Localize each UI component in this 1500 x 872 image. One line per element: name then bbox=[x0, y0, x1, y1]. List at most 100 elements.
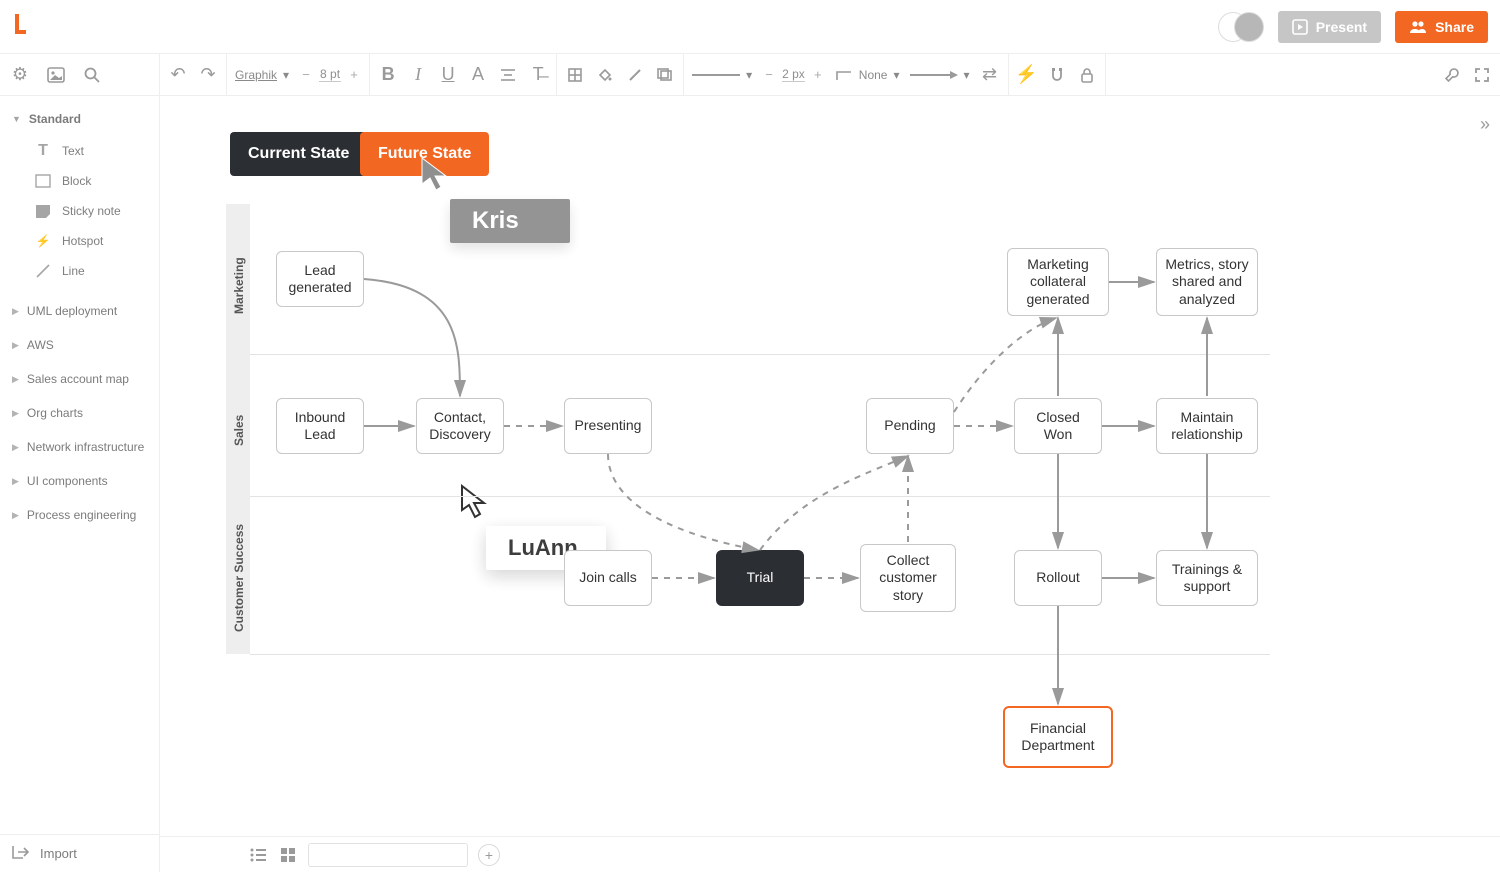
collaborator-name: Kris bbox=[472, 207, 519, 235]
node-pending[interactable]: Pending bbox=[866, 398, 954, 454]
sidebar-item-stickynote[interactable]: Sticky note bbox=[0, 196, 159, 226]
node-label: Closed Won bbox=[1021, 409, 1095, 444]
present-button[interactable]: Present bbox=[1278, 11, 1381, 43]
caret-right-icon: ▶ bbox=[12, 306, 19, 317]
node-trial[interactable]: Trial bbox=[716, 550, 804, 606]
sidebar-section-label: UML deployment bbox=[27, 304, 117, 318]
sidebar-item-label: Sticky note bbox=[62, 204, 121, 218]
sidebar-item-line[interactable]: Line bbox=[0, 256, 159, 286]
sidebar-section-sales[interactable]: ▶Sales account map bbox=[0, 362, 159, 396]
grid-view-icon[interactable] bbox=[278, 845, 298, 865]
node-label: Trial bbox=[747, 569, 774, 587]
chevron-down-icon: ▾ bbox=[283, 68, 289, 82]
sidebar-item-label: Block bbox=[62, 174, 91, 188]
sidebar-section-network[interactable]: ▶Network infrastructure bbox=[0, 430, 159, 464]
canvas[interactable]: » Current State Future State Kris LuAnn … bbox=[160, 96, 1500, 836]
node-inbound-lead[interactable]: Inbound Lead bbox=[276, 398, 364, 454]
node-closed-won[interactable]: Closed Won bbox=[1014, 398, 1102, 454]
font-size-value: 8 pt bbox=[319, 67, 341, 82]
node-maintain[interactable]: Maintain relationship bbox=[1156, 398, 1258, 454]
lucid-logo-icon bbox=[12, 12, 32, 36]
line-dash-select[interactable]: ▾ bbox=[692, 68, 752, 82]
node-contact-discovery[interactable]: Contact, Discovery bbox=[416, 398, 504, 454]
sidebar-item-label: Text bbox=[62, 144, 84, 158]
sidebar-section-uml[interactable]: ▶ UML deployment bbox=[0, 294, 159, 328]
bolt-icon[interactable]: ⚡ bbox=[1017, 65, 1037, 85]
node-presenting[interactable]: Presenting bbox=[564, 398, 652, 454]
plus-icon[interactable]: + bbox=[811, 67, 825, 82]
gear-icon[interactable]: ⚙ bbox=[10, 65, 30, 85]
sidebar-item-text[interactable]: TText bbox=[0, 136, 159, 166]
fullscreen-icon[interactable] bbox=[1472, 65, 1492, 85]
sidebar-section-label: Sales account map bbox=[27, 372, 129, 386]
magnet-icon[interactable] bbox=[1047, 65, 1067, 85]
search-icon[interactable] bbox=[82, 65, 102, 85]
text-color-icon[interactable]: A bbox=[468, 65, 488, 85]
node-label: Pending bbox=[884, 417, 935, 435]
bold-icon[interactable]: B bbox=[378, 65, 398, 85]
add-page-button[interactable]: + bbox=[478, 844, 500, 866]
align-icon[interactable] bbox=[498, 65, 518, 85]
font-family-select[interactable]: Graphik ▾ bbox=[235, 68, 289, 82]
node-label: Marketing collateral generated bbox=[1014, 256, 1102, 309]
underline-icon[interactable]: U bbox=[438, 65, 458, 85]
page-name-input[interactable] bbox=[308, 843, 468, 867]
line-routing-label: None bbox=[859, 68, 888, 82]
node-rollout[interactable]: Rollout bbox=[1014, 550, 1102, 606]
import-button[interactable]: Import bbox=[0, 834, 159, 872]
avatar[interactable] bbox=[1234, 12, 1264, 42]
node-lead-generated[interactable]: Lead generated bbox=[276, 251, 364, 307]
line-icon bbox=[34, 262, 52, 280]
node-trainings[interactable]: Trainings & support bbox=[1156, 550, 1258, 606]
minus-icon[interactable]: − bbox=[762, 67, 776, 82]
image-icon[interactable] bbox=[46, 65, 66, 85]
wrench-icon[interactable] bbox=[1442, 65, 1462, 85]
minus-icon[interactable]: − bbox=[299, 67, 313, 82]
sidebar-item-label: Line bbox=[62, 264, 85, 278]
node-label: Contact, Discovery bbox=[423, 409, 497, 444]
sidebar-section-process[interactable]: ▶Process engineering bbox=[0, 498, 159, 532]
node-metrics[interactable]: Metrics, story shared and analyzed bbox=[1156, 248, 1258, 316]
node-financial[interactable]: Financial Department bbox=[1003, 706, 1113, 768]
line-routing-select[interactable]: None ▾ bbox=[835, 68, 900, 82]
redo-icon[interactable]: ↷ bbox=[198, 65, 218, 85]
collaborator-avatars[interactable] bbox=[1218, 12, 1264, 42]
import-label: Import bbox=[40, 846, 77, 861]
plus-icon[interactable]: + bbox=[347, 67, 361, 82]
node-marketing-collateral[interactable]: Marketing collateral generated bbox=[1007, 248, 1109, 316]
toolbar-group-line: ▾ − 2 px + None ▾ ▾ ⇄ bbox=[684, 54, 1008, 95]
share-button[interactable]: Share bbox=[1395, 11, 1488, 43]
sidebar-section-label: Network infrastructure bbox=[27, 440, 144, 454]
sidebar-item-hotspot[interactable]: ⚡Hotspot bbox=[0, 226, 159, 256]
font-size-stepper[interactable]: − 8 pt + bbox=[299, 67, 361, 82]
sidebar-section-aws[interactable]: ▶AWS bbox=[0, 328, 159, 362]
node-join-calls[interactable]: Join calls bbox=[564, 550, 652, 606]
caret-down-icon: ▼ bbox=[12, 114, 21, 124]
line-color-icon[interactable] bbox=[625, 65, 645, 85]
sidebar-section-ui[interactable]: ▶UI components bbox=[0, 464, 159, 498]
sidebar-group-label: Standard bbox=[29, 112, 81, 126]
swap-arrows-icon[interactable]: ⇄ bbox=[980, 65, 1000, 85]
italic-icon[interactable]: I bbox=[408, 65, 428, 85]
clear-format-icon[interactable]: T̶ bbox=[528, 65, 548, 85]
fill-icon[interactable] bbox=[565, 65, 585, 85]
shape-style-icon[interactable] bbox=[655, 65, 675, 85]
sidebar-group-standard[interactable]: ▼ Standard bbox=[0, 106, 159, 132]
lane-label-sales: Sales bbox=[232, 415, 246, 446]
tab-current-state[interactable]: Current State bbox=[230, 132, 367, 176]
paint-bucket-icon[interactable] bbox=[595, 65, 615, 85]
lock-icon[interactable] bbox=[1077, 65, 1097, 85]
sidebar-section-orgcharts[interactable]: ▶Org charts bbox=[0, 396, 159, 430]
sidebar-item-block[interactable]: Block bbox=[0, 166, 159, 196]
bolt-icon: ⚡ bbox=[34, 232, 52, 250]
node-label: Lead generated bbox=[283, 262, 357, 297]
sidebar-section-label: Process engineering bbox=[27, 508, 136, 522]
node-label: Presenting bbox=[575, 417, 642, 435]
undo-icon[interactable]: ↶ bbox=[168, 65, 188, 85]
page-bar: + bbox=[160, 836, 1500, 872]
line-width-stepper[interactable]: − 2 px + bbox=[762, 67, 825, 82]
arrow-style-select[interactable]: ▾ bbox=[910, 68, 970, 82]
list-view-icon[interactable] bbox=[248, 845, 268, 865]
panel-collapse-icon[interactable]: » bbox=[1480, 114, 1490, 135]
node-collect-story[interactable]: Collect customer story bbox=[860, 544, 956, 612]
